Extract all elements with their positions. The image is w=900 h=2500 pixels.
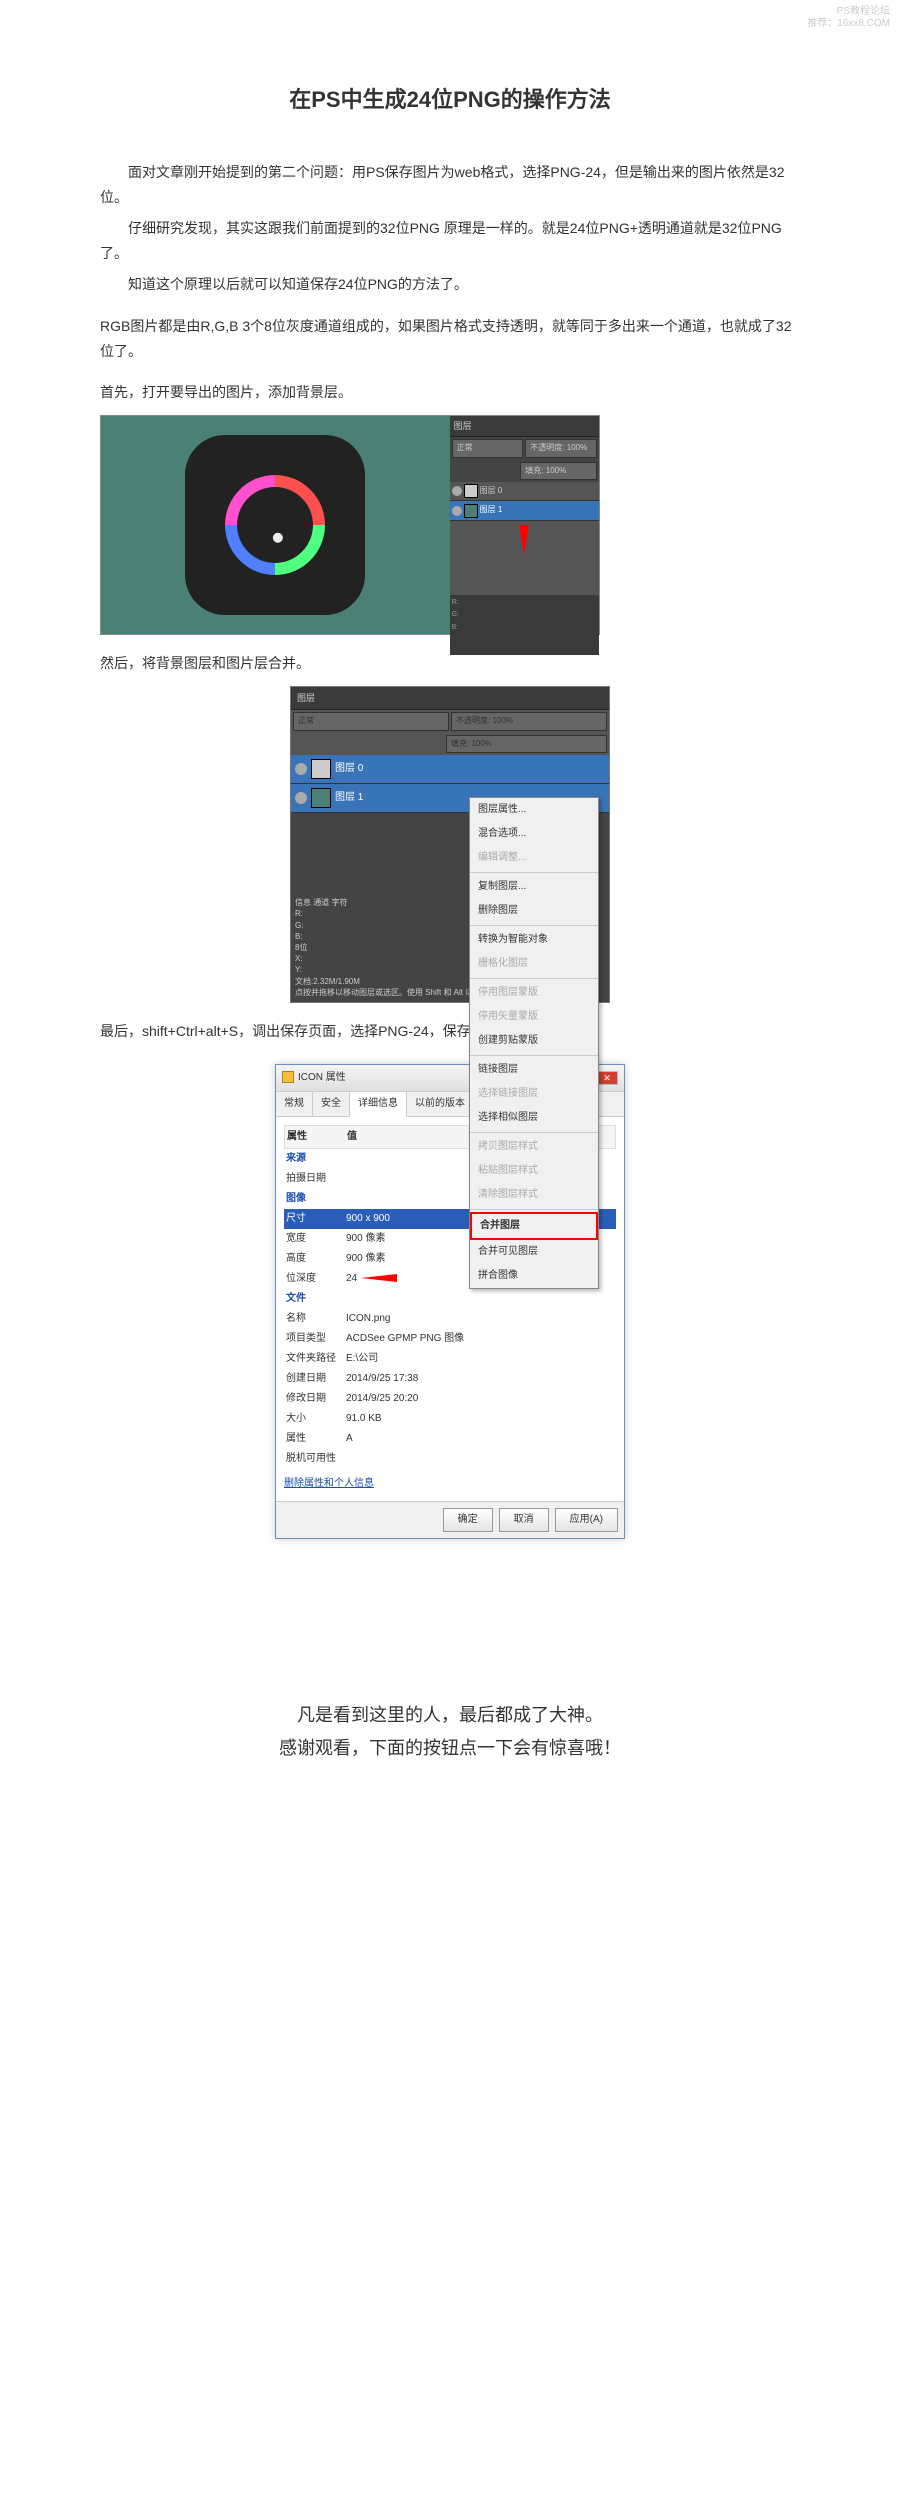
blend-mode[interactable]: 正常 (293, 712, 449, 730)
cancel-button[interactable]: 取消 (499, 1508, 549, 1532)
prop-row[interactable]: 大小91.0 KB (284, 1409, 616, 1429)
screenshot-1: 图层 正常 不透明度: 100% 填充: 100% 图层 0 图层 1 R (100, 415, 600, 635)
prop-row[interactable]: 属性A (284, 1429, 616, 1449)
menu-item: 拷贝图层样式 (470, 1135, 598, 1159)
step-1-text: 首先，打开要导出的图片，添加背景层。 (100, 380, 800, 405)
page-title: 在PS中生成24位PNG的操作方法 (100, 80, 800, 120)
panel-tab: 图层 (450, 416, 599, 437)
menu-item[interactable]: 混合选项... (470, 822, 598, 846)
intro-para-3: 知道这个原理以后就可以知道保存24位PNG的方法了。 (100, 272, 800, 297)
window-icon (282, 1071, 294, 1083)
menu-item[interactable]: 转换为智能对象 (470, 928, 598, 952)
layers-panel: 图层 正常 不透明度: 100% 填充: 100% 图层 0 图层 1 R (450, 416, 599, 634)
prop-row[interactable]: 名称ICON.png (284, 1309, 616, 1329)
panel-tab: 图层 (291, 687, 609, 710)
tab-previous[interactable]: 以前的版本 (407, 1092, 474, 1116)
menu-item: 粘贴图层样式 (470, 1159, 598, 1183)
tab-security[interactable]: 安全 (313, 1092, 350, 1116)
visibility-icon[interactable] (295, 792, 307, 804)
blend-mode[interactable]: 正常 (452, 439, 524, 457)
menu-item[interactable]: 链接图层 (470, 1058, 598, 1082)
ok-button[interactable]: 确定 (443, 1508, 493, 1532)
prop-row[interactable]: 文件夹路径E:\公司 (284, 1349, 616, 1369)
tab-details[interactable]: 详细信息 (350, 1092, 407, 1117)
opacity[interactable]: 不透明度: 100% (525, 439, 597, 457)
menu-item[interactable]: 图层属性... (470, 798, 598, 822)
layer-thumb (311, 759, 331, 779)
fill[interactable]: 填充: 100% (520, 462, 597, 480)
layer-thumb (464, 484, 478, 498)
remove-props-link[interactable]: 删除属性和个人信息 (284, 1475, 374, 1493)
prop-row[interactable]: 项目类型ACDSee GPMP PNG 图像 (284, 1329, 616, 1349)
menu-item[interactable]: 复制图层... (470, 875, 598, 899)
fill[interactable]: 填充: 100% (446, 735, 607, 753)
article-content: 在PS中生成24位PNG的操作方法 面对文章刚开始提到的第二个问题：用PS保存图… (0, 0, 900, 1884)
opacity[interactable]: 不透明度: 100% (451, 712, 607, 730)
step-2-text: 然后，将背景图层和图片层合并。 (100, 651, 800, 676)
visibility-icon[interactable] (452, 486, 462, 496)
visibility-icon[interactable] (452, 506, 462, 516)
ending-text: 凡是看到这里的人，最后都成了大神。 感谢观看，下面的按钮点一下会有惊喜哦！ (100, 1699, 800, 1764)
apply-button[interactable]: 应用(A) (555, 1508, 618, 1532)
menu-item[interactable]: 选择相似图层 (470, 1106, 598, 1130)
canvas-area (101, 416, 450, 634)
menu-item[interactable]: 删除图层 (470, 899, 598, 923)
prop-row[interactable]: 修改日期2014/9/25 20:20 (284, 1389, 616, 1409)
menu-item: 编辑调整... (470, 846, 598, 870)
prop-row[interactable]: 创建日期2014/9/25 17:38 (284, 1369, 616, 1389)
screenshot-2: 图层 正常 不透明度: 100% 填充: 100% 图层 0 图层 1 信息 通… (290, 686, 610, 1003)
app-icon (185, 435, 365, 615)
red-arrow-icon (361, 1274, 397, 1282)
layer-thumb (311, 788, 331, 808)
prop-row[interactable]: 脱机可用性 (284, 1449, 616, 1469)
watermark: PS教程论坛 推荐：16xx8.COM (807, 6, 890, 30)
red-arrow-icon (519, 525, 529, 555)
intro-para-2: 仔细研究发现，其实这跟我们前面提到的32位PNG 原理是一样的。就是24位PNG… (100, 216, 800, 266)
menu-item: 栅格化图层 (470, 952, 598, 976)
menu-item[interactable]: 合并图层 (470, 1212, 598, 1240)
menu-item[interactable]: 合并可见图层 (470, 1240, 598, 1264)
intro-para-1: 面对文章刚开始提到的第二个问题：用PS保存图片为web格式，选择PNG-24，但… (100, 160, 800, 210)
context-menu: 图层属性...混合选项...编辑调整... 复制图层...删除图层转换为智能对象栅… (469, 797, 599, 1289)
rgb-note: RGB图片都是由R,G,B 3个8位灰度通道组成的，如果图片格式支持透明，就等同… (100, 314, 800, 364)
close-button[interactable]: ✕ (596, 1071, 618, 1085)
menu-item: 停用图层蒙版 (470, 981, 598, 1005)
layer-row-1[interactable]: 图层 1 (450, 501, 599, 520)
visibility-icon[interactable] (295, 763, 307, 775)
menu-item: 停用矢量蒙版 (470, 1005, 598, 1029)
menu-item[interactable]: 创建剪贴蒙版 (470, 1029, 598, 1053)
menu-item: 选择链接图层 (470, 1082, 598, 1106)
dialog-title: ICON 属性 (298, 1072, 346, 1083)
ring-icon (205, 454, 346, 595)
layer-thumb (464, 504, 478, 518)
layer-row-0[interactable]: 图层 0 (291, 755, 609, 784)
section-file: 文件 (284, 1289, 616, 1309)
menu-item: 清除图层样式 (470, 1183, 598, 1207)
menu-item[interactable]: 拼合图像 (470, 1264, 598, 1288)
tab-general[interactable]: 常规 (276, 1092, 313, 1116)
step-3-text: 最后，shift+Ctrl+alt+S，调出保存页面，选择PNG-24，保存即可… (100, 1019, 800, 1044)
panel-footer: R:G:B: (450, 595, 599, 655)
layer-row-0[interactable]: 图层 0 (450, 482, 599, 501)
